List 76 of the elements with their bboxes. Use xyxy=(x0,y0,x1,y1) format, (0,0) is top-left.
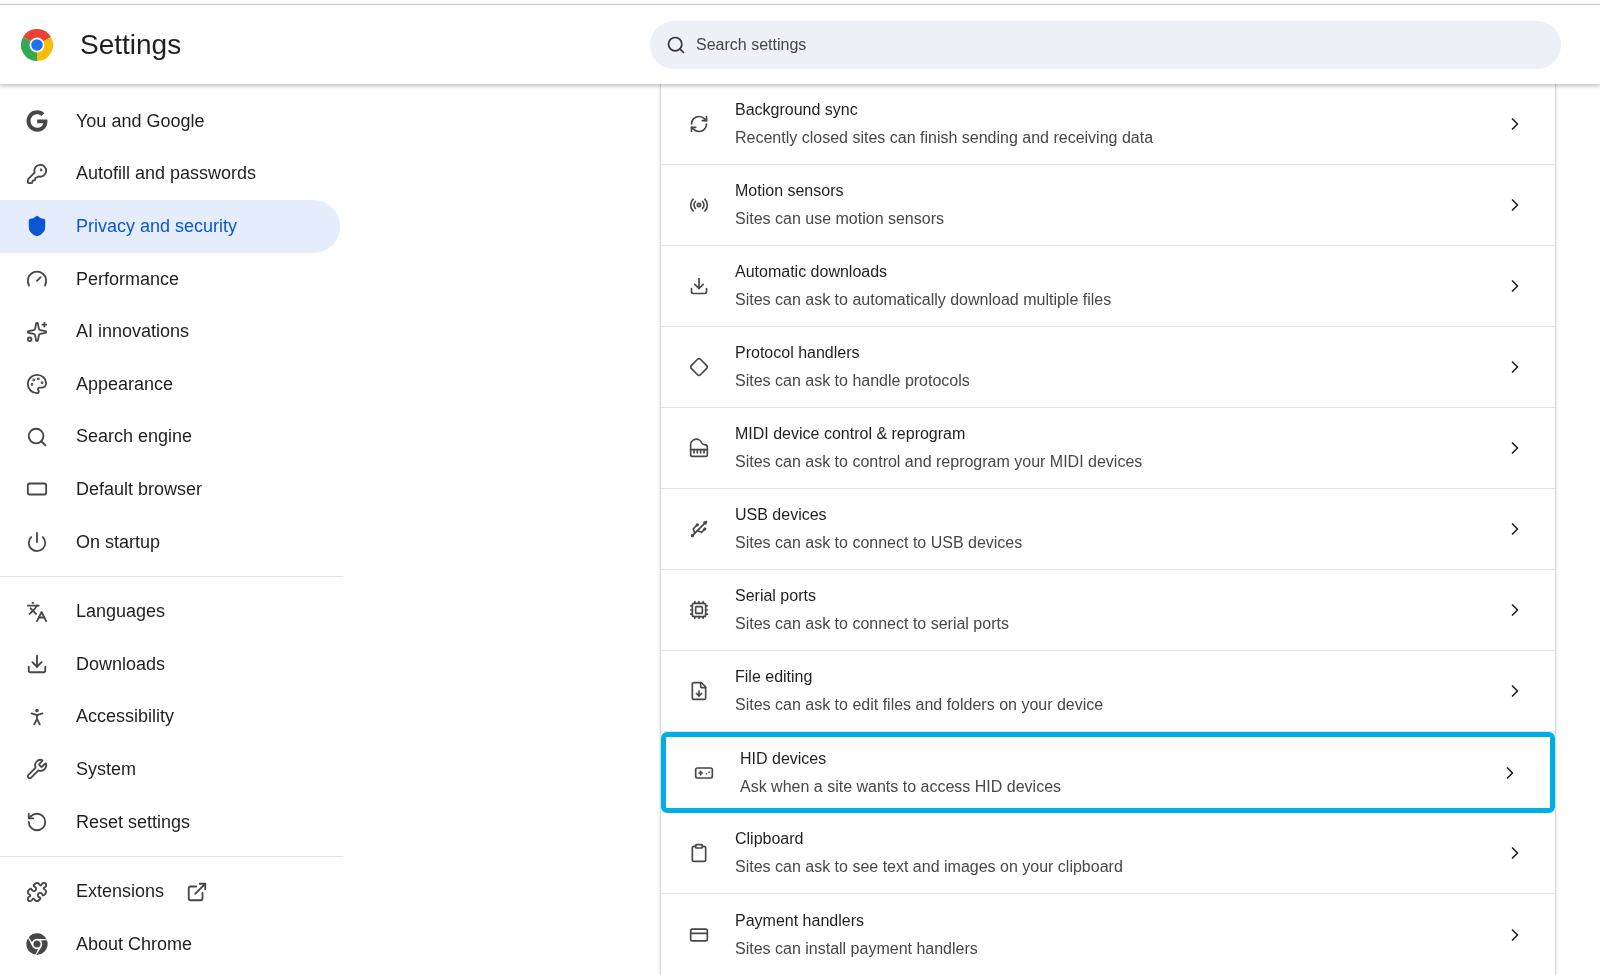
permission-row[interactable]: Motion sensors Sites can use motion sensors xyxy=(661,165,1555,246)
sidebar-item[interactable]: Languages xyxy=(0,585,340,638)
permission-description: Sites can ask to see text and images on your clipboard xyxy=(735,857,1124,877)
permission-row[interactable]: File editing Sites can ask to edit files and folders on your device xyxy=(661,651,1555,732)
google-g-icon xyxy=(26,110,48,133)
permission-row[interactable]: USB devices Sites can ask to connect to USB devices xyxy=(661,489,1555,570)
permission-description: Sites can ask to control and reprogram your MIDI devices xyxy=(735,452,1144,472)
sidebar-item[interactable]: Performance xyxy=(0,252,340,306)
download-icon xyxy=(689,276,709,296)
chip-icon xyxy=(689,600,709,620)
usb-icon xyxy=(689,519,709,539)
permission-title: Serial ports xyxy=(735,586,817,606)
search-icon xyxy=(26,425,48,448)
reset-icon xyxy=(26,811,48,833)
permission-row[interactable]: Automatic downloads Sites can ask to automatically download multiple files xyxy=(661,246,1555,327)
permission-title: Motion sensors xyxy=(735,181,845,201)
permission-row[interactable]: MIDI device control & reprogram Sites can ask to control and reprogram your MIDI devices xyxy=(661,408,1555,489)
file-download-icon xyxy=(689,681,709,701)
page-title: Settings xyxy=(80,27,182,62)
permission-row[interactable]: Protocol handlers Sites can ask to handle protocols xyxy=(661,327,1555,408)
piano-icon xyxy=(689,438,709,458)
permission-title: Clipboard xyxy=(735,829,805,849)
wrench-icon xyxy=(26,758,48,781)
permission-row[interactable]: Clipboard Sites can ask to see text and images on your clipboard xyxy=(661,813,1555,894)
shield-icon xyxy=(26,215,48,238)
sidebar-item[interactable]: About Chrome xyxy=(0,917,340,971)
permission-title: File editing xyxy=(735,667,814,687)
chrome-icon xyxy=(26,933,48,956)
search-field[interactable]: Search settings xyxy=(650,20,1561,69)
sync-icon xyxy=(689,114,709,134)
palette-icon xyxy=(26,373,48,396)
sidebar-item[interactable]: Default browser xyxy=(0,463,340,516)
external-link-icon[interactable] xyxy=(186,880,209,903)
sidebar-item[interactable]: Appearance xyxy=(0,357,340,411)
permission-description: Ask when a site wants to access HID devices xyxy=(740,776,1063,797)
permission-title: USB devices xyxy=(735,505,828,525)
sidebar-item[interactable]: Downloads xyxy=(0,637,340,691)
sidebar-item[interactable]: Autofill and passwords xyxy=(0,147,340,201)
sidebar-item[interactable]: You and Google xyxy=(0,95,340,148)
permission-title: Background sync xyxy=(735,100,859,120)
sensor-icon xyxy=(689,195,709,215)
permission-row[interactable]: Background sync Recently closed sites can finish sending and receiving data xyxy=(661,84,1555,165)
diamond-icon xyxy=(689,357,709,377)
permission-title: HID devices xyxy=(740,748,828,769)
translate-icon xyxy=(26,600,48,623)
sidebar-item[interactable]: On startup xyxy=(0,515,340,569)
permission-description: Sites can ask to automatically download multiple files xyxy=(735,290,1113,310)
permission-description: Sites can install payment handlers xyxy=(735,938,979,959)
permission-title: Automatic downloads xyxy=(735,262,889,282)
permission-row[interactable]: Payment handlers Sites can install payment handlers xyxy=(661,894,1555,975)
permission-title: Protocol handlers xyxy=(735,343,861,363)
sidebar-item[interactable]: AI innovations xyxy=(0,305,340,358)
clipboard-icon xyxy=(689,843,709,863)
chrome-logo-icon xyxy=(21,28,53,61)
sparkles-icon xyxy=(26,320,48,343)
sidebar-item[interactable]: Privacy and security xyxy=(0,200,340,253)
download-icon xyxy=(26,653,48,676)
permission-row[interactable]: Serial ports Sites can ask to connect to serial ports xyxy=(661,570,1555,651)
permission-description: Sites can ask to connect to USB devices xyxy=(735,533,1024,553)
sidebar-item[interactable]: System xyxy=(0,743,340,796)
permission-description: Sites can use motion sensors xyxy=(735,209,945,229)
permission-row[interactable]: HID devices Ask when a site wants to access HID devices xyxy=(661,732,1555,813)
permission-description: Sites can ask to handle protocols xyxy=(735,371,971,391)
sidebar-item[interactable]: Search engine xyxy=(0,410,340,464)
puzzle-icon xyxy=(26,880,48,903)
search-icon xyxy=(666,34,686,55)
permission-description: Sites can ask to connect to serial ports xyxy=(735,614,1010,634)
permission-title: Payment handlers xyxy=(735,910,865,931)
sidebar-item[interactable]: Reset settings xyxy=(0,795,340,849)
permission-title: MIDI device control & reprogram xyxy=(735,424,967,444)
sidebar-item[interactable]: Extensions xyxy=(0,865,340,918)
permission-description: Recently closed sites can finish sending and receiving data xyxy=(735,128,1155,148)
key-icon xyxy=(26,162,48,185)
sidebar-item[interactable]: Accessibility xyxy=(0,690,340,744)
permission-description: Sites can ask to edit files and folders on your device xyxy=(735,695,1105,715)
power-icon xyxy=(26,531,48,554)
